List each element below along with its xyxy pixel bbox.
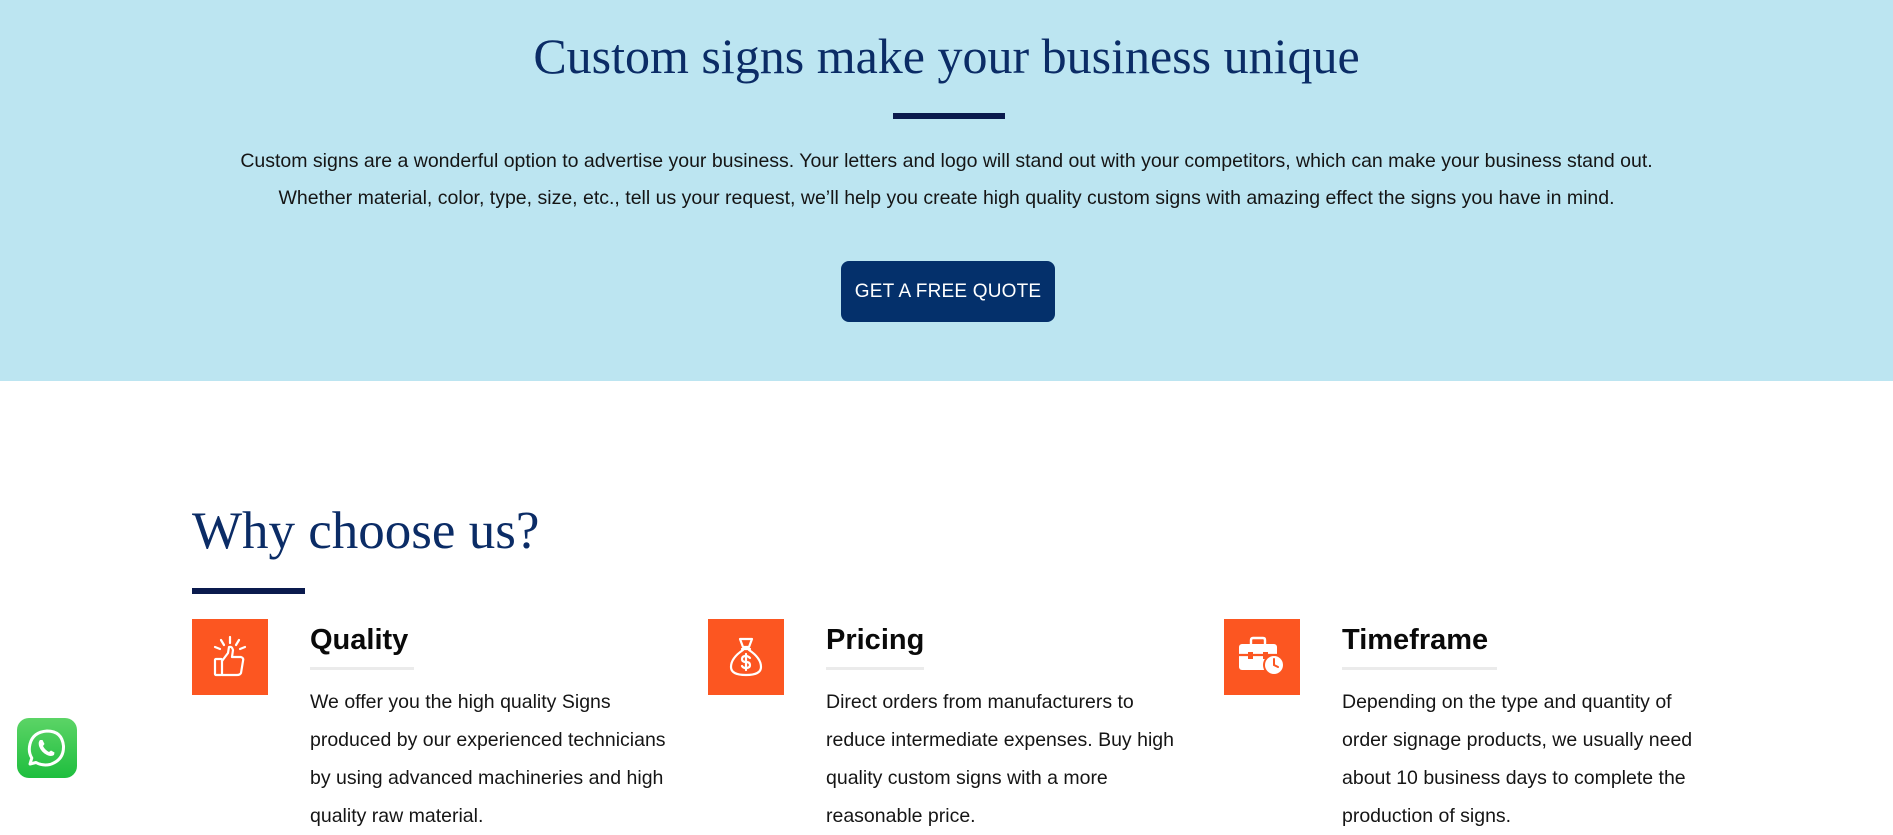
feature-text-line: production of signs. xyxy=(1342,805,1512,827)
whatsapp-icon xyxy=(27,729,66,767)
feature-title-quality: Quality xyxy=(310,624,409,656)
feature-text-line: quality custom signs with a more xyxy=(826,767,1108,789)
feature-text-line: reasonable price. xyxy=(826,805,976,827)
feature-text-line: produced by our experienced technicians xyxy=(310,729,666,751)
hero-description-line-1: Custom signs are a wonderful option to a… xyxy=(240,150,1653,172)
feature-rule-quality xyxy=(310,667,414,670)
why-divider xyxy=(192,588,305,594)
hero-description-line-2: Whether material, color, type, size, etc… xyxy=(278,187,1615,209)
whatsapp-button[interactable] xyxy=(17,718,77,778)
feature-text-timeframe: Depending on the type and quantity of or… xyxy=(1342,683,1722,835)
hero-divider xyxy=(893,113,1005,119)
feature-text-pricing: Direct orders from manufacturers to redu… xyxy=(826,683,1206,835)
hero-section: Custom signs make your business unique C… xyxy=(0,0,1893,381)
feature-text-line: Direct orders from manufacturers to xyxy=(826,691,1134,713)
why-choose-us-title: Why choose us? xyxy=(192,502,540,560)
feature-text-quality: We offer you the high quality Signs prod… xyxy=(310,683,690,835)
feature-text-line: Depending on the type and quantity of xyxy=(1342,691,1672,713)
feature-text-line: We offer you the high quality Signs xyxy=(310,691,611,713)
briefcase-clock-icon xyxy=(1224,619,1300,695)
money-bag-icon xyxy=(708,619,784,695)
feature-text-line: order signage products, we usually need xyxy=(1342,729,1693,751)
hero-description: Custom signs are a wonderful option to a… xyxy=(0,143,1893,217)
feature-text-line: quality raw material. xyxy=(310,805,484,827)
feature-rule-timeframe xyxy=(1342,667,1497,670)
feature-rule-pricing xyxy=(826,667,924,670)
thumbs-up-icon xyxy=(192,619,268,695)
hero-title: Custom signs make your business unique xyxy=(533,28,1360,84)
feature-title-timeframe: Timeframe xyxy=(1342,624,1489,656)
feature-text-line: by using advanced machineries and high xyxy=(310,767,664,789)
feature-text-line: reduce intermediate expenses. Buy high xyxy=(826,729,1174,751)
get-free-quote-button[interactable]: GET A FREE QUOTE xyxy=(841,261,1055,322)
feature-title-pricing: Pricing xyxy=(826,624,925,656)
feature-text-line: about 10 business days to complete the xyxy=(1342,767,1686,789)
